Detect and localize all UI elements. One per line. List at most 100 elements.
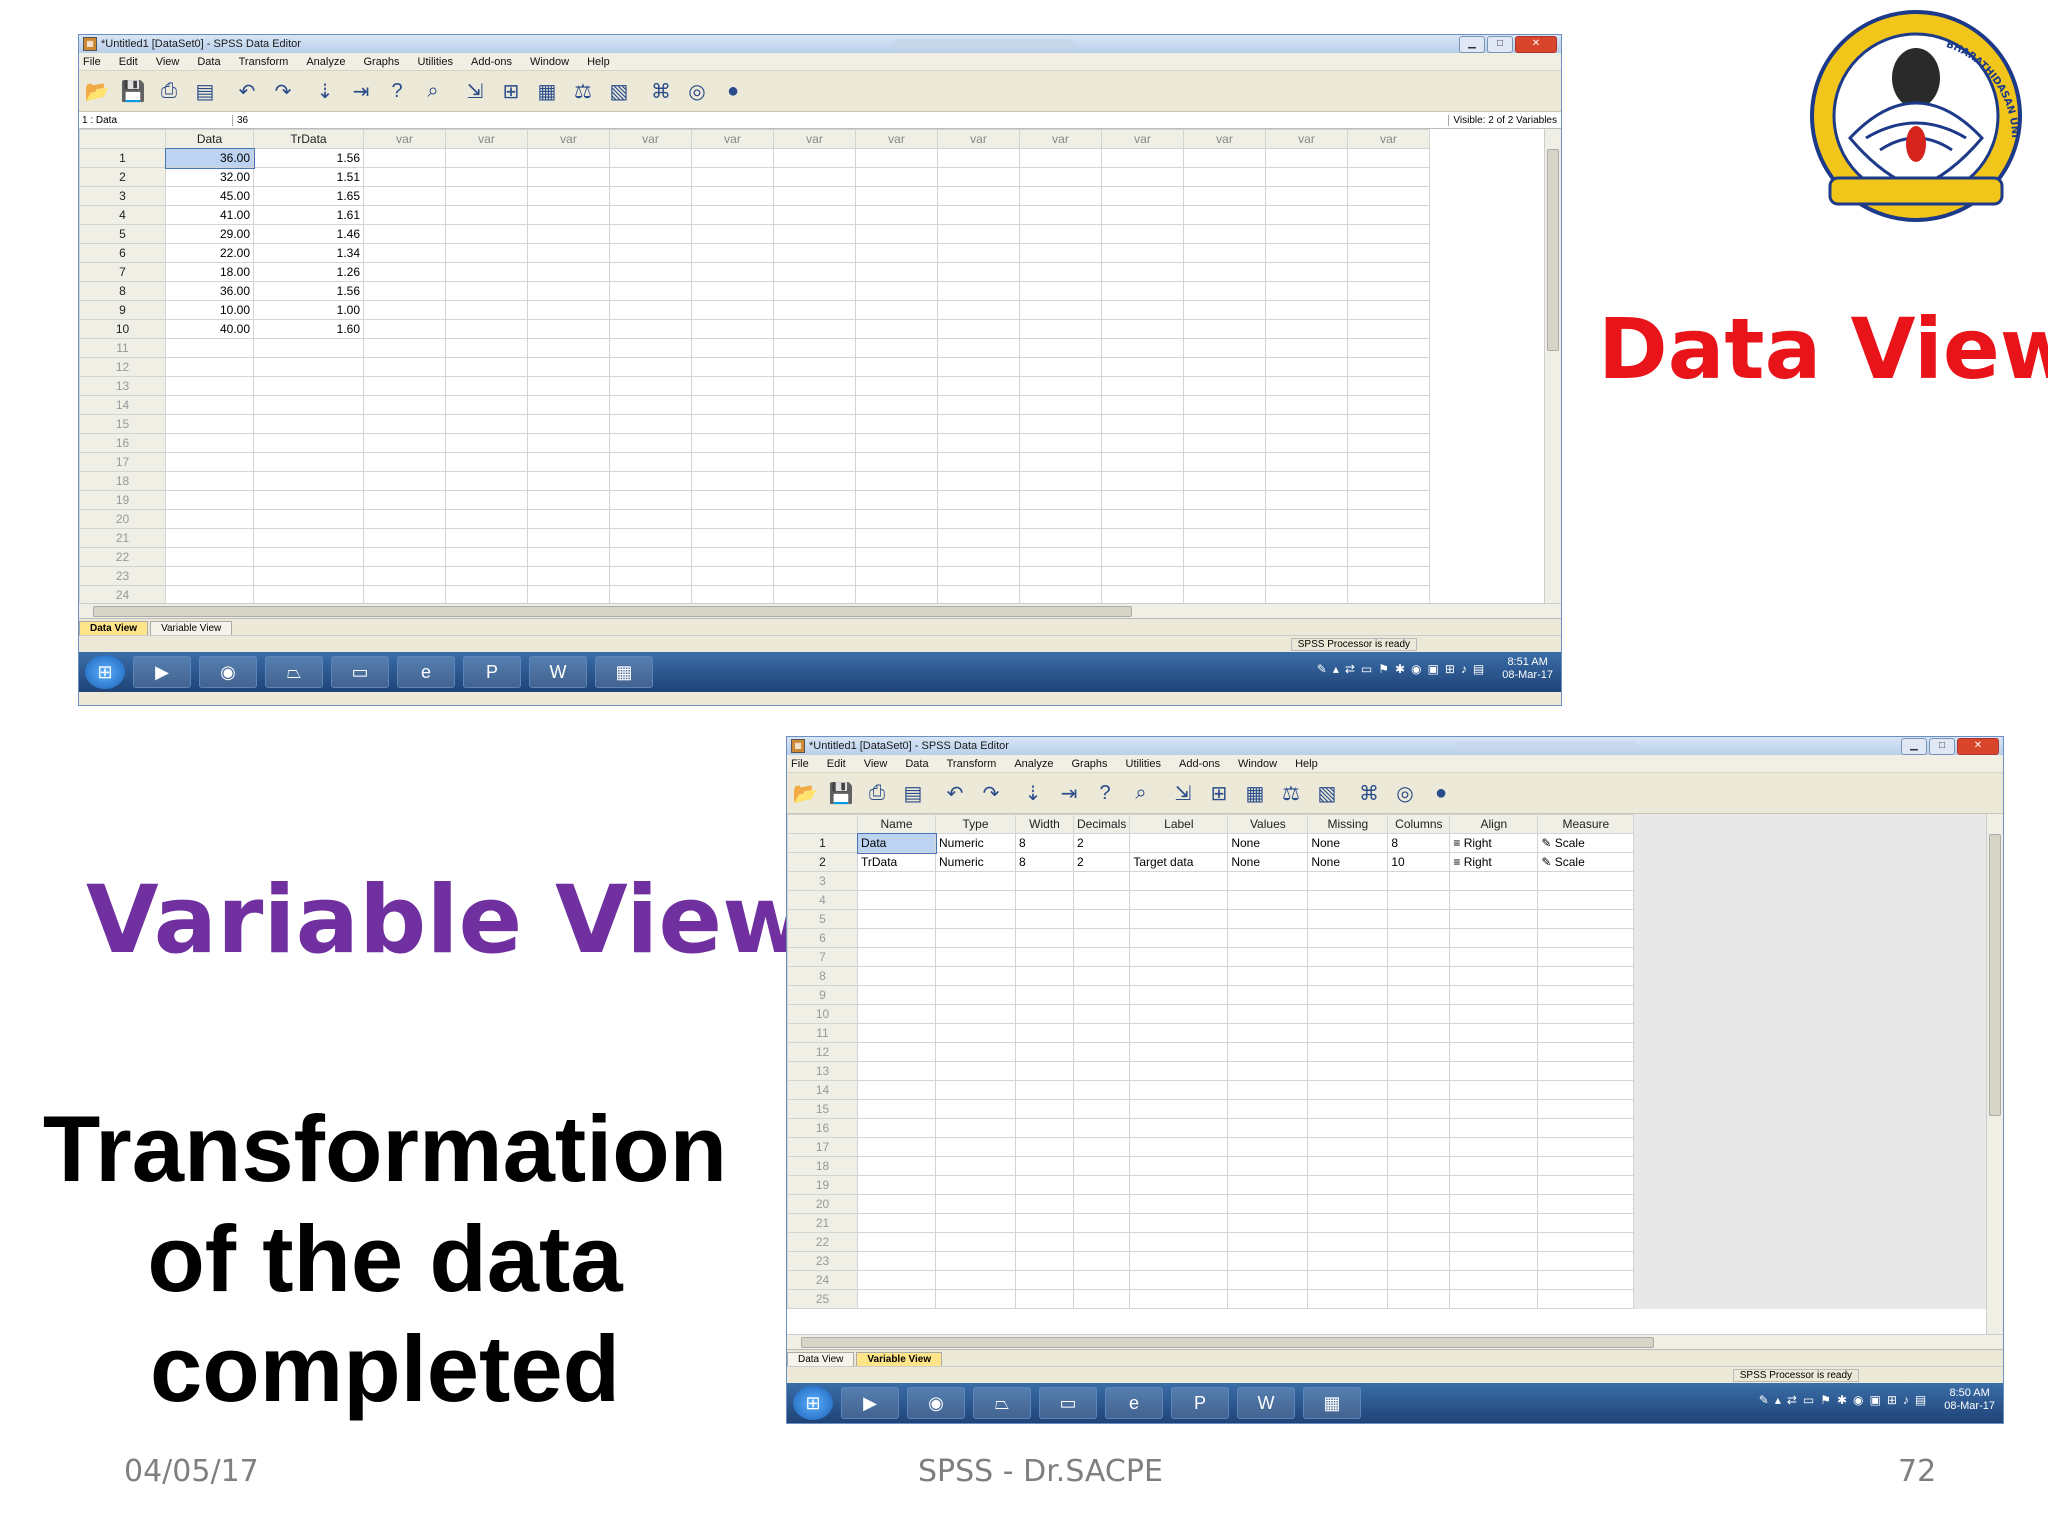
data-cell[interactable] xyxy=(1019,300,1102,320)
variable-cell[interactable]: None xyxy=(1227,833,1309,853)
data-cell[interactable] xyxy=(1347,585,1430,603)
value-labels-icon[interactable]: ⌘ xyxy=(647,77,675,105)
undo-icon[interactable]: ↶ xyxy=(941,779,969,807)
data-cell[interactable] xyxy=(855,300,938,320)
row-number[interactable]: 23 xyxy=(79,566,166,586)
menu-item[interactable]: Data xyxy=(905,758,928,770)
data-cell[interactable] xyxy=(445,243,528,263)
data-cell[interactable] xyxy=(1347,224,1430,244)
data-cell[interactable] xyxy=(363,509,446,529)
variable-cell[interactable] xyxy=(857,928,936,948)
variable-cell[interactable] xyxy=(1072,1156,1131,1176)
acrobat-icon[interactable]: ⏢ xyxy=(973,1387,1031,1419)
data-cell[interactable] xyxy=(855,471,938,491)
variable-cell[interactable] xyxy=(1307,1137,1389,1157)
data-cell[interactable] xyxy=(855,433,938,453)
row-number[interactable]: 4 xyxy=(79,205,166,225)
data-cell[interactable] xyxy=(363,148,446,168)
data-cell[interactable] xyxy=(855,319,938,339)
row-number[interactable]: 3 xyxy=(79,186,166,206)
data-cell[interactable] xyxy=(691,148,774,168)
variable-cell[interactable] xyxy=(1307,1023,1389,1043)
variable-cell[interactable] xyxy=(1072,1118,1131,1138)
variable-cell[interactable] xyxy=(1015,1232,1074,1252)
data-cell[interactable] xyxy=(1183,262,1266,282)
data-cell[interactable] xyxy=(855,338,938,358)
insert-cases-icon[interactable]: ⇲ xyxy=(1169,779,1197,807)
variable-cell[interactable] xyxy=(1307,1080,1389,1100)
data-cell[interactable] xyxy=(253,490,364,510)
data-cell[interactable] xyxy=(363,281,446,301)
data-cell[interactable] xyxy=(363,566,446,586)
data-cell[interactable] xyxy=(1101,471,1184,491)
data-cell[interactable] xyxy=(691,300,774,320)
data-cell[interactable] xyxy=(691,262,774,282)
data-cell[interactable]: 1.56 xyxy=(253,148,364,168)
variable-cell[interactable] xyxy=(857,890,936,910)
variable-cell[interactable] xyxy=(1015,1270,1074,1290)
variable-cell[interactable] xyxy=(1537,1137,1635,1157)
menu-item[interactable]: Edit xyxy=(827,758,846,770)
row-number[interactable]: 14 xyxy=(787,1080,858,1100)
data-cell[interactable] xyxy=(527,205,610,225)
row-number[interactable]: 16 xyxy=(787,1118,858,1138)
variable-cell[interactable] xyxy=(1015,1080,1074,1100)
variable-cell[interactable] xyxy=(1387,1289,1451,1309)
data-cell[interactable] xyxy=(773,376,856,396)
variable-cell[interactable] xyxy=(1449,890,1539,910)
data-cell[interactable] xyxy=(937,376,1020,396)
variable-cell[interactable]: TrData xyxy=(857,852,936,872)
data-cell[interactable] xyxy=(253,395,364,415)
variable-cell[interactable] xyxy=(1129,1251,1229,1271)
data-cell[interactable] xyxy=(1101,414,1184,434)
data-cell[interactable] xyxy=(1101,338,1184,358)
variable-cell[interactable] xyxy=(857,1004,936,1024)
data-cell[interactable] xyxy=(1265,395,1348,415)
variable-cell[interactable] xyxy=(1449,909,1539,929)
variable-cell[interactable] xyxy=(1129,909,1229,929)
data-cell[interactable] xyxy=(527,319,610,339)
variable-cell[interactable] xyxy=(857,1232,936,1252)
data-cell[interactable]: 1.56 xyxy=(253,281,364,301)
save-icon[interactable]: 💾 xyxy=(827,779,855,807)
data-cell[interactable] xyxy=(937,452,1020,472)
data-cell[interactable]: 18.00 xyxy=(165,262,254,282)
column-header[interactable]: var xyxy=(691,129,774,149)
variable-cell[interactable] xyxy=(1449,947,1539,967)
data-cell[interactable] xyxy=(1101,376,1184,396)
data-cell[interactable] xyxy=(1347,167,1430,187)
data-cell[interactable] xyxy=(1019,376,1102,396)
variable-cell[interactable] xyxy=(1129,1137,1229,1157)
data-cell[interactable] xyxy=(527,528,610,548)
variable-cell[interactable] xyxy=(1227,1004,1309,1024)
data-cell[interactable] xyxy=(363,205,446,225)
variable-cell[interactable] xyxy=(935,1232,1016,1252)
variable-cell[interactable] xyxy=(1015,909,1074,929)
menu-item[interactable]: Add-ons xyxy=(1179,758,1220,770)
word-icon[interactable]: W xyxy=(529,656,587,688)
data-cell[interactable] xyxy=(527,243,610,263)
data-cell[interactable] xyxy=(527,395,610,415)
variable-cell[interactable] xyxy=(1307,1194,1389,1214)
variable-cell[interactable] xyxy=(1129,1099,1229,1119)
data-cell[interactable] xyxy=(1019,528,1102,548)
data-cell[interactable] xyxy=(527,338,610,358)
data-cell[interactable] xyxy=(691,585,774,603)
variable-cell[interactable] xyxy=(1387,1004,1451,1024)
data-cell[interactable] xyxy=(855,547,938,567)
row-number[interactable]: 22 xyxy=(787,1232,858,1252)
data-cell[interactable] xyxy=(165,376,254,396)
variable-cell[interactable] xyxy=(1072,909,1131,929)
data-cell[interactable] xyxy=(1019,186,1102,206)
row-number[interactable]: 6 xyxy=(787,928,858,948)
data-cell[interactable] xyxy=(1265,471,1348,491)
row-number[interactable]: 21 xyxy=(79,528,166,548)
data-cell[interactable] xyxy=(773,547,856,567)
variable-cell[interactable] xyxy=(1129,947,1229,967)
data-cell[interactable] xyxy=(691,452,774,472)
data-cell[interactable] xyxy=(1183,281,1266,301)
variable-cell[interactable]: None xyxy=(1227,852,1309,872)
variable-cell[interactable] xyxy=(1449,871,1539,891)
variable-cell[interactable] xyxy=(1307,1099,1389,1119)
variable-cell[interactable] xyxy=(1072,871,1131,891)
